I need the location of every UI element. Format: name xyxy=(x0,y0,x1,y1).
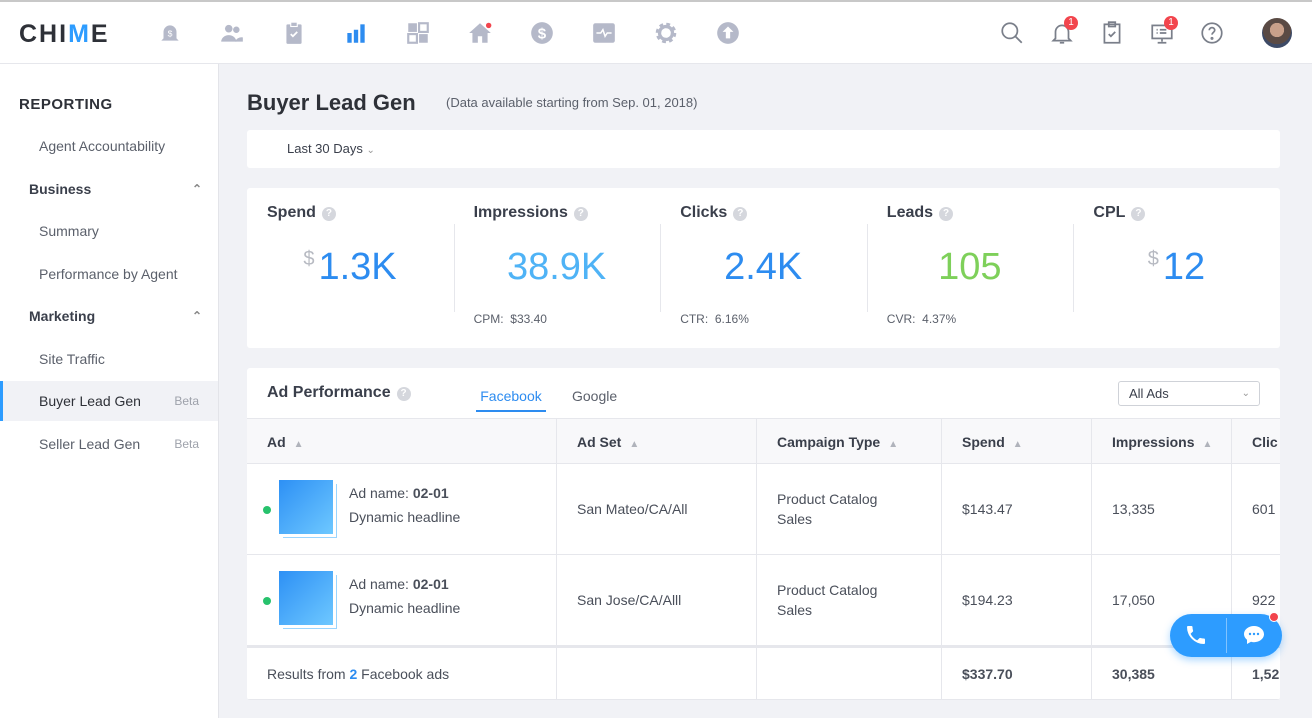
column-header[interactable]: Spend ▲︎ xyxy=(942,418,1092,464)
column-header[interactable]: Impressions ▲︎ xyxy=(1092,418,1232,464)
sidebar: REPORTING Agent Accountability Business ⌃ S… xyxy=(0,64,219,718)
user-avatar[interactable] xyxy=(1262,18,1292,48)
top-header: CHIME $ $ 1 1 xyxy=(0,2,1312,64)
search-icon[interactable] xyxy=(992,2,1032,64)
help-icon: ? xyxy=(1131,207,1146,221)
beta-badge: Beta xyxy=(174,436,199,451)
sidebar-item[interactable]: Agent Accountability xyxy=(0,126,218,166)
stat-leads: Leads? 105 CVR: 4.37% xyxy=(866,188,1073,348)
bar-chart-icon[interactable] xyxy=(336,2,376,64)
sidebar-group-1[interactable]: Business ⌃ xyxy=(0,169,218,209)
sidebar-item[interactable]: Buyer Lead Gen Beta xyxy=(0,381,218,421)
chime-logo[interactable]: CHIME xyxy=(19,20,110,49)
help-icon: ? xyxy=(321,207,336,221)
dollar-circle-icon[interactable]: $ xyxy=(522,2,562,64)
sidebar-item[interactable]: Site Traffic xyxy=(0,339,218,379)
date-range-value: Last 30 Days xyxy=(287,141,363,156)
beta-badge: Beta xyxy=(174,394,199,408)
ad-performance-title: Ad Performance? xyxy=(267,384,411,402)
sort-icon: ▲︎ xyxy=(629,439,640,450)
page-subtitle: (Data available starting from Sep. 01, 2… xyxy=(446,95,698,110)
table-cell-ad-set: San Mateo/CA/All xyxy=(557,464,757,555)
chat-icon[interactable] xyxy=(1242,623,1266,652)
chevron-up-icon: ⌃ xyxy=(191,309,202,323)
table-cell-campaign-type: Product Catalog Sales xyxy=(757,464,942,555)
notifications-badge: 1 xyxy=(1064,16,1078,30)
tasks-clipboard-icon[interactable] xyxy=(1092,2,1132,64)
table-cell-impressions: 13,335 xyxy=(1092,464,1232,555)
table-footer-cell xyxy=(557,646,757,700)
ad-performance-card: Ad Performance? Facebook Google All Ads ⌄… xyxy=(247,368,1280,700)
table-cell-spend: $143.47 xyxy=(942,464,1092,555)
help-icon: ? xyxy=(939,207,954,221)
table-cell-campaign-type: Product Catalog Sales xyxy=(757,555,942,646)
activity-icon[interactable] xyxy=(584,2,624,64)
date-range-dropdown[interactable]: Last 30 Days ⌄ xyxy=(247,130,1280,168)
svg-text:$: $ xyxy=(538,25,547,42)
help-icon: ? xyxy=(733,207,748,221)
contact-widget xyxy=(1170,612,1282,657)
ad-thumbnail-building-icon xyxy=(279,571,333,625)
column-header[interactable]: Ad ▲︎ xyxy=(247,418,557,464)
chevron-down-icon: ⌄ xyxy=(1241,388,1250,399)
phone-icon[interactable] xyxy=(1184,623,1208,652)
stat-cpl: CPL? $12 xyxy=(1073,188,1279,348)
stats-card: Spend? $1.3K Impressions? 38.9K CPM: $33.40 C… xyxy=(247,188,1280,348)
chevron-up-icon: ⌃ xyxy=(191,181,202,196)
clipboard-check-icon[interactable] xyxy=(274,2,314,64)
active-status-dot xyxy=(263,597,271,605)
stat-clicks: Clicks? 2.4K CTR: 6.16% xyxy=(660,188,866,348)
page-title: Buyer Lead Gen xyxy=(247,90,416,115)
messages-badge: 1 xyxy=(1164,16,1178,30)
table-cell-ad: Ad name: 02-01 Dynamic headline xyxy=(247,555,557,646)
upload-icon[interactable] xyxy=(708,2,748,64)
help-icon[interactable] xyxy=(1192,2,1232,64)
sort-icon: ▲︎ xyxy=(293,439,304,450)
table-footer-cell: $337.70 xyxy=(942,646,1092,700)
svg-text:$: $ xyxy=(168,28,173,38)
sidebar-item[interactable]: Seller Lead Gen Beta xyxy=(0,424,218,464)
messages-monitor-icon[interactable]: 1 xyxy=(1142,2,1182,64)
table-footer-cell: Results from 2 Facebook ads xyxy=(247,646,557,700)
bell-dollar-icon[interactable]: $ xyxy=(150,2,190,64)
active-status-dot xyxy=(263,506,271,514)
ad-thumbnail-building-icon xyxy=(279,480,333,534)
tab-google[interactable]: Google xyxy=(572,388,617,404)
column-header[interactable]: Ad Set ▲︎ xyxy=(557,418,757,464)
sidebar-item[interactable]: Performance by Agent xyxy=(0,254,218,294)
home-icon[interactable] xyxy=(460,2,500,64)
sidebar-group-4[interactable]: Marketing ⌃ xyxy=(0,296,218,336)
chevron-down-icon: ⌄ xyxy=(366,145,375,156)
stat-spend: Spend? $1.3K xyxy=(267,204,397,288)
table-cell-spend: $194.23 xyxy=(942,555,1092,646)
sort-icon: ▲︎ xyxy=(1012,439,1023,450)
sort-icon: ▲︎ xyxy=(888,439,899,450)
sidebar-title: REPORTING xyxy=(19,96,113,113)
notifications-bell-icon[interactable]: 1 xyxy=(1042,2,1082,64)
sidebar-item[interactable]: Summary xyxy=(0,211,218,251)
tab-facebook[interactable]: Facebook xyxy=(476,388,546,412)
ads-filter-select[interactable]: All Ads ⌄ xyxy=(1118,381,1260,406)
dashboard-grid-icon[interactable] xyxy=(398,2,438,64)
table-cell-ad: Ad name: 02-01 Dynamic headline xyxy=(247,464,557,555)
column-header[interactable]: Campaign Type ▲︎ xyxy=(757,418,942,464)
stat-impressions: Impressions? 38.9K CPM: $33.40 xyxy=(453,188,660,348)
table-footer-cell xyxy=(757,646,942,700)
contacts-icon[interactable] xyxy=(212,2,252,64)
column-header[interactable]: Clic xyxy=(1232,418,1280,464)
gear-icon[interactable] xyxy=(646,2,686,64)
table-cell-clicks: 601 xyxy=(1232,464,1280,555)
table-cell-ad-set: San Jose/CA/Alll xyxy=(557,555,757,646)
help-icon: ? xyxy=(573,207,588,221)
sort-icon: ▲︎ xyxy=(1202,439,1213,450)
help-icon: ? xyxy=(396,387,411,401)
